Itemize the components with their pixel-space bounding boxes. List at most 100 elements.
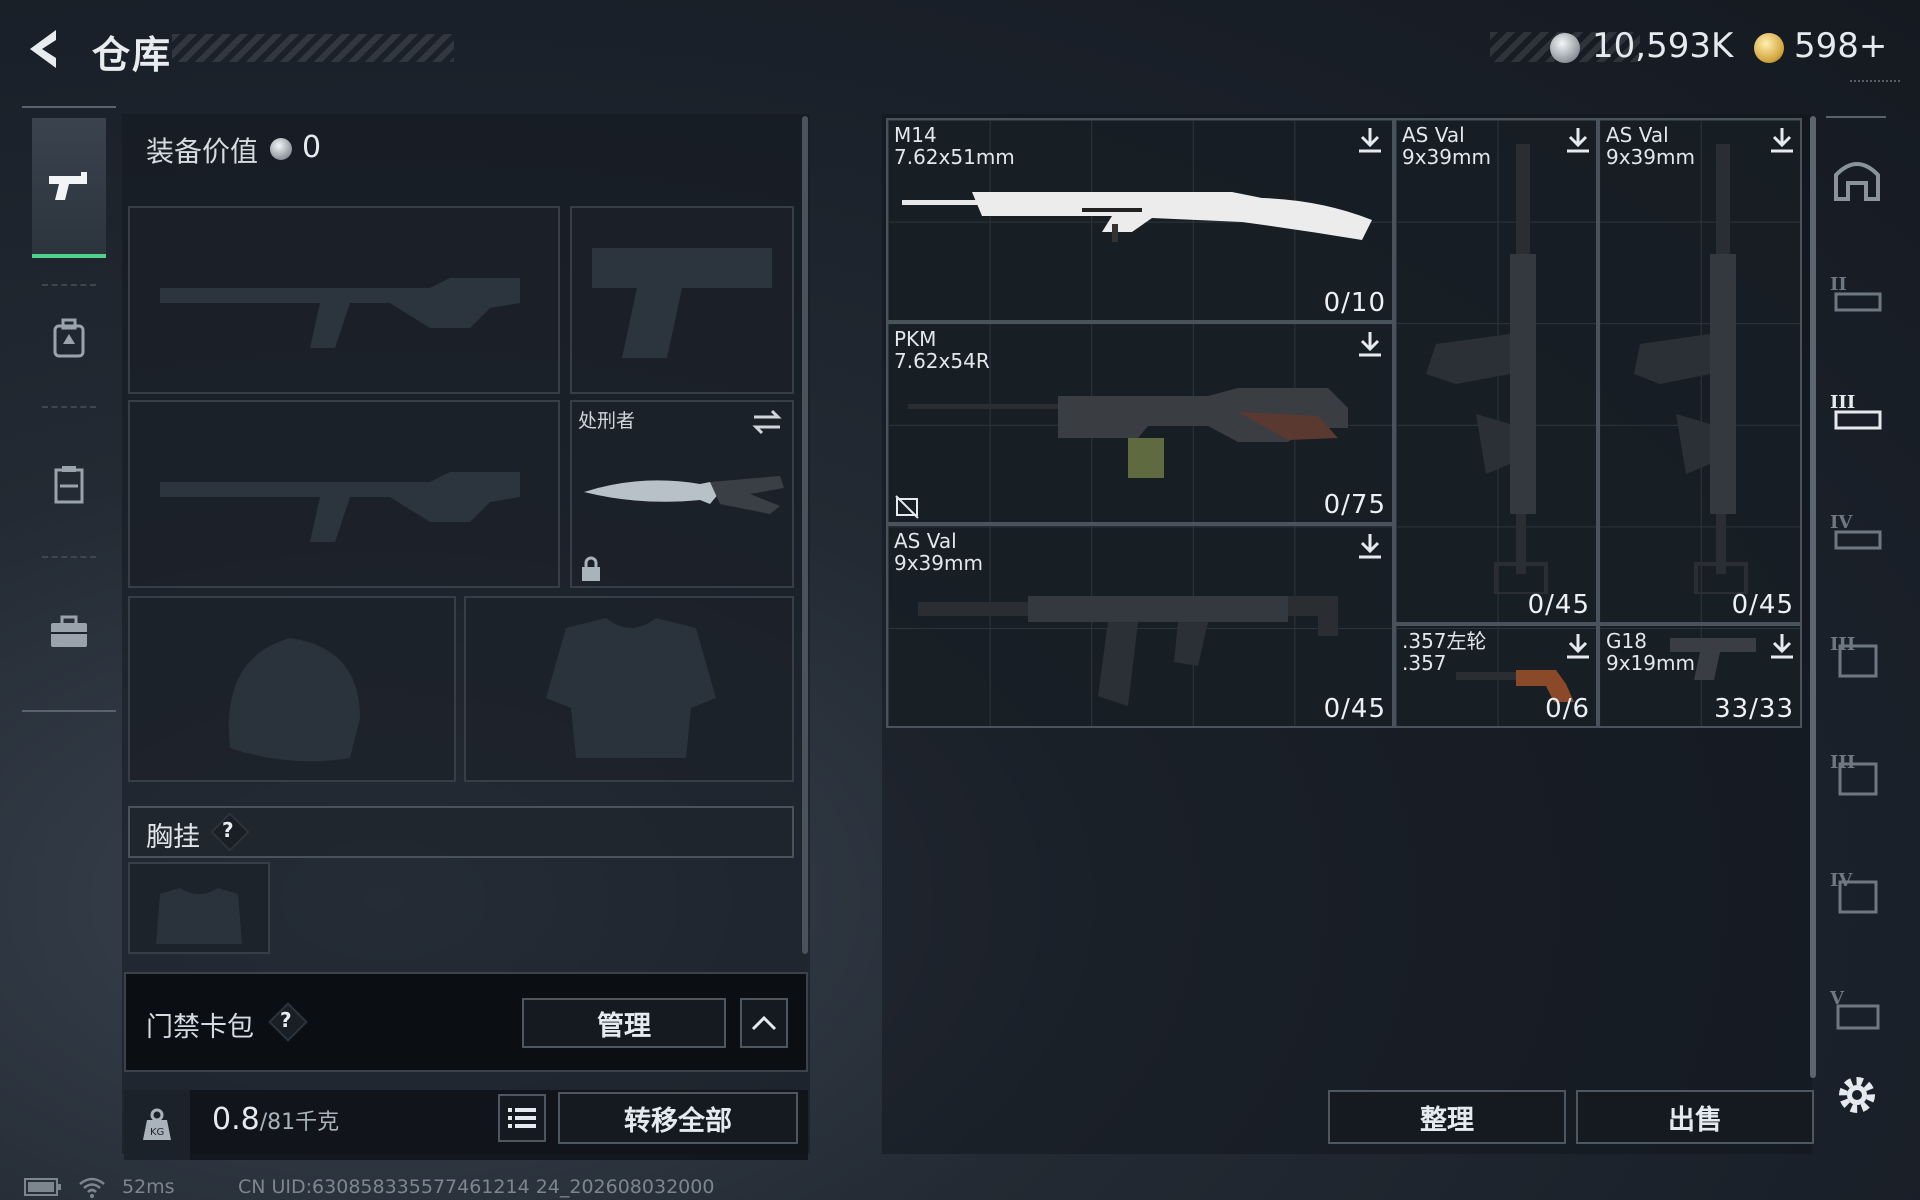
svg-text:KG: KG (150, 1127, 164, 1138)
secondary-weapon-slot[interactable] (128, 400, 560, 588)
chest-rig-label: 胸挂 (146, 822, 200, 853)
rifle-silhouette-icon (160, 472, 520, 542)
as-val-rifle-icon (918, 596, 1338, 706)
rnav-divider (1826, 116, 1886, 118)
download-icon[interactable] (1356, 532, 1384, 560)
back-arrow-icon[interactable] (22, 26, 66, 72)
page-title: 仓库 (92, 33, 173, 77)
primary-weapon-slot[interactable] (128, 206, 560, 394)
inventory-item-pkm[interactable]: PKM 7.62x54R 0/75 (886, 322, 1394, 524)
container-tier-icon: II (1830, 274, 1882, 312)
battery-icon (24, 1178, 61, 1196)
help-mark: ? (222, 818, 234, 842)
rnav-tier-tab[interactable]: II (1828, 264, 1886, 324)
melee-slot-label: 处刑者 (578, 410, 636, 432)
no-attachment-icon (895, 495, 919, 519)
item-ammo-count: 0/10 (1323, 288, 1386, 318)
container-tier-icon: IV (1830, 870, 1878, 914)
manage-button[interactable]: 管理 (522, 998, 726, 1048)
container-tier-icon: V (1830, 988, 1880, 1030)
settings-gear-icon[interactable] (1832, 1070, 1882, 1120)
nav-divider (42, 556, 96, 558)
nav-weapons-tab[interactable] (32, 118, 106, 258)
sell-button[interactable]: 出售 (1576, 1090, 1814, 1144)
sort-button[interactable]: 整理 (1328, 1090, 1566, 1144)
nav-briefcase-tab[interactable] (32, 562, 106, 702)
item-ammo-count: 0/45 (1527, 590, 1590, 620)
rifle-silhouette-icon (160, 278, 520, 348)
pistol-slot[interactable] (570, 206, 794, 394)
item-ammo-count: 0/45 (1731, 590, 1794, 620)
item-name: G18 (1606, 629, 1647, 653)
download-icon[interactable] (1564, 632, 1592, 660)
gold-coin-icon (1754, 33, 1784, 63)
as-val-rifle-icon (1426, 144, 1548, 594)
rnav-tier-tab[interactable]: IV (1828, 862, 1886, 922)
transfer-all-button[interactable]: 转移全部 (558, 1092, 798, 1144)
gear-value: 0 (302, 130, 322, 165)
inventory-item-as-val[interactable]: AS Val 9x39mm 0/45 (1394, 118, 1598, 624)
item-name: AS Val (1402, 123, 1465, 147)
item-name: M14 (894, 123, 937, 147)
helmet-slot[interactable] (128, 596, 456, 782)
melee-slot[interactable]: 处刑者 (570, 400, 794, 588)
item-ammo-count: 0/6 (1545, 694, 1590, 724)
loadout-scrollbar[interactable] (802, 116, 808, 954)
rnav-home-tab[interactable] (1828, 148, 1886, 208)
inventory-item-357-revolver[interactable]: .357左轮 .357 0/6 (1394, 624, 1598, 728)
inventory-item-g18[interactable]: G18 9x19mm 33/33 (1598, 624, 1802, 728)
armor-slot[interactable] (464, 596, 794, 782)
weight-icon: KG (143, 1108, 171, 1140)
knife-icon (584, 476, 784, 514)
item-name: PKM (894, 327, 937, 351)
container-tier-icon: III (1830, 752, 1878, 796)
chest-rig-silhouette-icon (156, 888, 242, 944)
pkm-machine-gun-icon (908, 388, 1348, 478)
as-val-rifle-icon (1634, 144, 1748, 594)
keycard-pack-label: 门禁卡包 (146, 1012, 254, 1043)
download-icon[interactable] (1356, 126, 1384, 154)
nav-divider (42, 406, 96, 408)
swap-icon[interactable] (752, 408, 782, 436)
inventory-scrollbar[interactable] (1810, 116, 1816, 1078)
silver-coin-icon (1550, 33, 1580, 63)
download-icon[interactable] (1768, 632, 1796, 660)
collapse-button[interactable] (740, 998, 788, 1048)
inventory-item-as-val[interactable]: AS Val 9x39mm 0/45 (1598, 118, 1802, 624)
chevron-up-icon (751, 1015, 777, 1031)
list-view-button[interactable] (498, 1094, 546, 1142)
rnav-tier-tab[interactable]: III (1828, 744, 1886, 804)
silver-currency-amount: 10,593K (1592, 26, 1734, 66)
item-name: AS Val (894, 529, 957, 553)
gold-currency-amount[interactable]: 598+ (1794, 26, 1887, 66)
nav-vest-tab[interactable] (32, 414, 106, 554)
silver-coin-icon (270, 138, 292, 160)
wifi-icon (79, 1177, 105, 1198)
rnav-tier-tab[interactable]: IV (1828, 502, 1886, 562)
armor-silhouette-icon (546, 618, 716, 758)
lock-icon (582, 556, 600, 581)
weight-icon-container: KG (124, 1090, 190, 1160)
inventory-item-as-val[interactable]: AS Val 9x39mm 0/45 (886, 524, 1394, 728)
vest-icon (54, 466, 84, 504)
list-icon (508, 1108, 536, 1128)
rnav-tier-tab[interactable]: III (1828, 626, 1886, 686)
inventory-item-m14[interactable]: M14 7.62x51mm 0/10 (886, 118, 1394, 322)
rnav-tier-tab-active[interactable]: III (1828, 382, 1886, 442)
pistol-silhouette-icon (592, 248, 772, 358)
gear-value-label: 装备价值 (146, 135, 259, 168)
header-decoration (1850, 80, 1900, 88)
warehouse-icon (1834, 162, 1880, 201)
backpack-icon (53, 318, 85, 358)
chest-rig-slot[interactable] (128, 862, 270, 954)
pistol-icon (1670, 638, 1756, 680)
svg-text:III: III (1830, 392, 1855, 413)
rnav-tier-tab[interactable]: V (1828, 980, 1886, 1040)
weight-current: 0.8 (212, 1102, 260, 1137)
item-ammo-count: 0/75 (1323, 490, 1386, 520)
download-icon[interactable] (1356, 330, 1384, 358)
help-mark: ? (280, 1008, 292, 1032)
briefcase-icon (51, 615, 87, 647)
nav-backpack-tab[interactable] (32, 268, 106, 408)
ping-readout: 52ms (122, 1176, 175, 1198)
